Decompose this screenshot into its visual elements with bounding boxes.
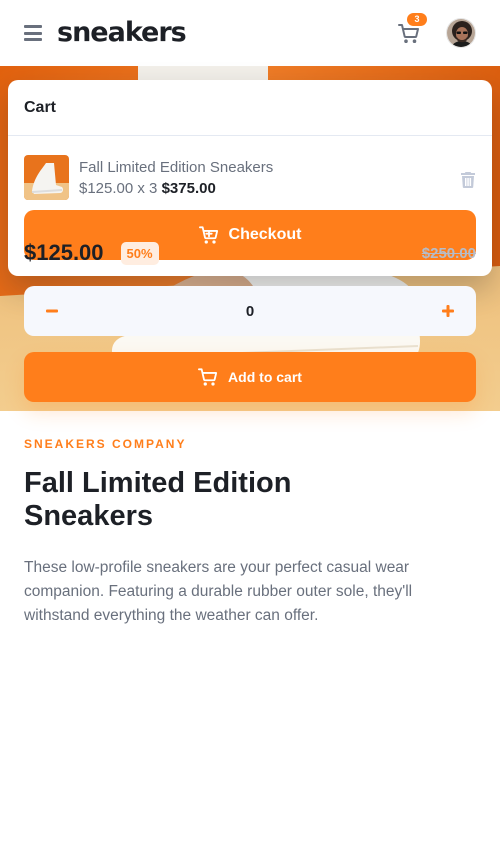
plus-icon [442,305,454,317]
cart-item-name: Fall Limited Edition Sneakers [79,158,274,176]
cart-item-unit-price: $125.00 x 3 [79,179,158,197]
cart-icon [198,367,218,386]
product-description: These low-profile sneakers are your perf… [24,559,413,624]
discount-badge: 50% [120,241,159,265]
increase-quantity-button[interactable] [438,301,458,321]
avatar[interactable] [446,18,476,48]
cart-item-total: $375.00 [161,179,216,197]
trash-icon [461,171,475,188]
add-to-cart-button[interactable]: Add to cart [24,352,476,402]
price-row: $125.00 50% $250.00 [24,238,476,268]
cart-item-thumbnail[interactable] [24,155,69,200]
menu-icon[interactable] [24,25,42,41]
header-actions: 3 [398,13,476,48]
cart-item-info: Fall Limited Edition Sneakers $125.00 x … [79,157,461,199]
product-details: SNEAKERS COMPANY Fall Limited Edition Sn… [0,411,500,628]
cart-icon [398,24,419,43]
cart-title: Cart [8,80,492,136]
product-title: Fall Limited Edition Sneakers [24,467,292,532]
quantity-stepper: 0 [24,286,476,336]
site-header: sneakers 3 [0,0,500,66]
delete-item-button[interactable] [461,171,475,188]
cart-count-badge: 3 [407,13,427,26]
decrease-quantity-button[interactable] [42,301,62,321]
company-name: SNEAKERS COMPANY [24,437,187,451]
quantity-value: 0 [245,302,255,320]
cart-button[interactable]: 3 [398,13,427,45]
cart-item: Fall Limited Edition Sneakers $125.00 x … [8,136,492,200]
minus-icon [46,309,58,313]
cart-item-price-line: $125.00 x 3 $375.00 [79,178,461,199]
logo[interactable]: sneakers [57,19,187,46]
current-price: $125.00 [24,240,104,265]
add-to-cart-label: Add to cart [228,369,302,385]
original-price: $250.00 [421,244,476,262]
